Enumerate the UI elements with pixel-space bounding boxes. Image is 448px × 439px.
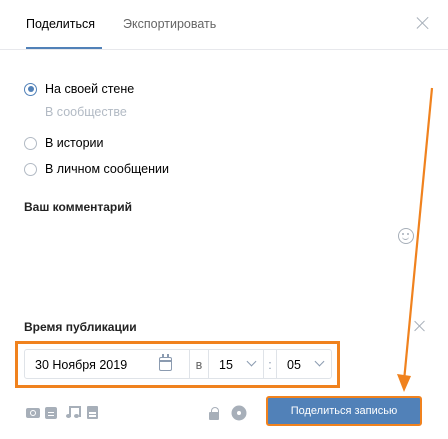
share-option-label: В сообществе xyxy=(45,105,127,119)
share-option-label: В личном сообщении xyxy=(45,162,169,176)
radio-button-checked[interactable] xyxy=(24,82,37,96)
close-icon[interactable] xyxy=(416,16,430,30)
tab-share[interactable]: Поделиться xyxy=(26,17,95,31)
highlight-frame xyxy=(15,341,340,388)
comment-input[interactable] xyxy=(24,220,422,316)
comment-label: Ваш комментарий xyxy=(24,200,133,214)
radio-button[interactable] xyxy=(24,136,37,150)
publish-time-label: Время публикации xyxy=(24,320,137,334)
remove-publish-time-icon[interactable] xyxy=(414,320,426,332)
tab-bar: Поделиться Экспортировать xyxy=(0,0,448,50)
share-option-story[interactable]: В истории xyxy=(24,134,104,152)
arrow-head xyxy=(397,374,411,392)
document-icon[interactable] xyxy=(86,406,100,419)
emoji-icon[interactable] xyxy=(398,228,414,244)
share-option-label: В истории xyxy=(45,136,104,150)
music-icon[interactable] xyxy=(65,406,81,419)
share-option-wall[interactable]: На своей стене xyxy=(24,80,134,98)
video-icon[interactable] xyxy=(45,406,59,419)
share-option-community: В сообществе xyxy=(24,103,127,121)
radio-button[interactable] xyxy=(24,162,37,176)
camera-icon[interactable] xyxy=(26,406,40,419)
gear-icon[interactable] xyxy=(232,406,246,419)
share-post-button[interactable]: Поделиться записью xyxy=(266,396,422,426)
tab-export[interactable]: Экспортировать xyxy=(123,17,216,31)
active-tab-indicator xyxy=(26,47,102,49)
share-option-label: На своей стене xyxy=(45,82,135,96)
share-option-message[interactable]: В личном сообщении xyxy=(24,160,169,178)
lock-icon[interactable] xyxy=(207,406,221,420)
